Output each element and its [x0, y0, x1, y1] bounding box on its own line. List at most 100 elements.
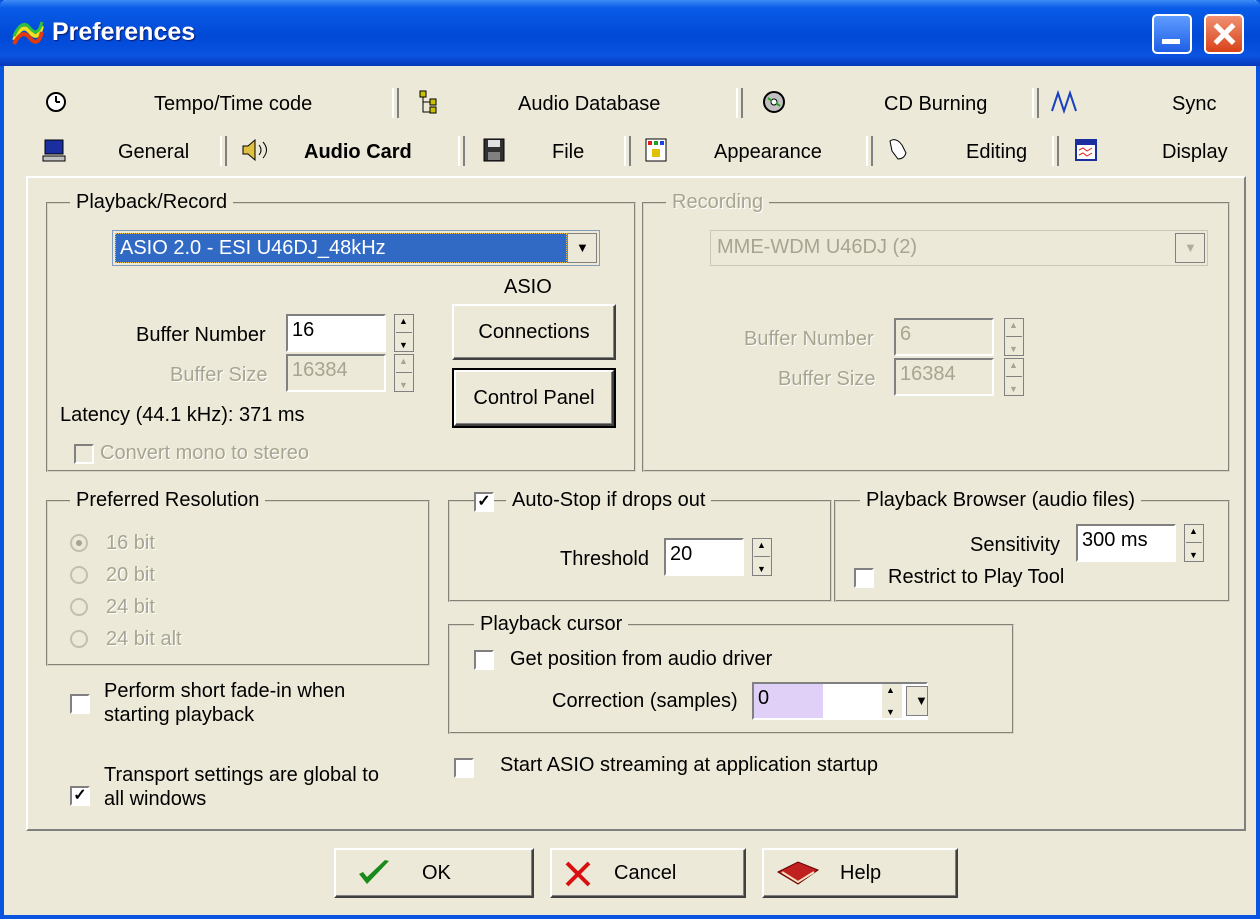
buffer-number-label: Buffer Number — [136, 324, 266, 346]
buffer-size-input[interactable]: 16384 — [286, 354, 386, 392]
tab-general[interactable]: General — [28, 132, 218, 172]
playback-record-title: Playback/Record — [70, 191, 234, 214]
asio-startup-checkbox[interactable] — [454, 758, 474, 778]
radio-24-bit-alt[interactable] — [70, 630, 88, 648]
auto-stop-checkbox[interactable]: ✓ — [474, 492, 494, 512]
radio-24-bit-label: 24 bit — [106, 596, 155, 618]
tab-audio-card[interactable]: Audio Card — [234, 132, 464, 172]
tab-editing[interactable]: Editing — [880, 132, 1060, 172]
tab-separator — [220, 136, 227, 166]
audio-card-panel: Playback/Record ASIO 2.0 - ESI U46DJ_48k… — [26, 176, 1246, 831]
app-logo-icon — [12, 21, 44, 45]
tab-audio-database[interactable]: Audio Database — [404, 84, 734, 124]
rec-buffer-size-label: Buffer Size — [778, 368, 876, 390]
preferred-resolution-title: Preferred Resolution — [70, 489, 266, 512]
preferred-resolution-group: Preferred Resolution 16 bit 20 bit 24 bi… — [46, 489, 430, 666]
get-position-checkbox[interactable] — [474, 650, 494, 670]
threshold-label: Threshold — [560, 548, 649, 570]
playback-cursor-group: Playback cursor Get position from audio … — [448, 613, 1014, 734]
playback-browser-title: Playback Browser (audio files) — [860, 489, 1141, 512]
convert-mono-checkbox[interactable] — [74, 444, 94, 464]
playback-browser-group: Playback Browser (audio files) Sensitivi… — [834, 489, 1230, 602]
recording-group: Recording MME-WDM U46DJ (2) Buffer Numbe… — [642, 191, 1230, 472]
help-button[interactable]: Help — [762, 848, 958, 898]
radio-24-bit-alt-label: 24 bit alt — [106, 628, 182, 650]
sensitivity-spinner[interactable] — [1184, 524, 1204, 562]
computer-icon — [42, 139, 66, 162]
correction-spinner[interactable] — [882, 684, 902, 718]
cancel-button[interactable]: Cancel — [550, 848, 746, 898]
recording-device-select[interactable]: MME-WDM U46DJ (2) — [710, 230, 1208, 266]
palette-icon — [645, 138, 667, 162]
tab-separator — [392, 88, 399, 118]
tab-separator — [1052, 136, 1059, 166]
tab-file[interactable]: File — [472, 132, 622, 172]
tab-separator — [866, 136, 873, 166]
buffer-number-input[interactable]: 16 — [286, 314, 386, 352]
tab-appearance[interactable]: Appearance — [638, 132, 868, 172]
chevron-down-icon[interactable] — [567, 233, 597, 263]
fade-in-checkbox[interactable] — [70, 694, 90, 714]
buffer-size-label: Buffer Size — [170, 364, 268, 386]
restrict-play-tool-checkbox[interactable] — [854, 568, 874, 588]
radio-16-bit[interactable] — [70, 534, 88, 552]
close-button[interactable] — [1204, 14, 1244, 54]
control-panel-button[interactable]: Control Panel — [452, 368, 616, 428]
cancel-x-icon — [565, 861, 591, 887]
auto-stop-group: ✓ Auto-Stop if drops out Threshold 20 — [448, 489, 832, 602]
radio-16-bit-label: 16 bit — [106, 532, 155, 554]
transport-global-checkbox[interactable]: ✓ — [70, 786, 90, 806]
fade-in-label-1: Perform short fade-in when — [104, 680, 346, 702]
title-bar[interactable]: Preferences — [0, 0, 1260, 66]
rec-buffer-number-input[interactable]: 6 — [894, 318, 994, 356]
mouse-icon — [889, 139, 907, 160]
sensitivity-input[interactable]: 300 ms — [1076, 524, 1176, 562]
preferences-window: Preferences Tempo/Time code Audio Databa… — [0, 0, 1260, 919]
playback-cursor-title: Playback cursor — [474, 613, 629, 636]
latency-text: Latency (44.1 kHz): 371 ms — [60, 404, 305, 426]
chevron-down-icon[interactable] — [906, 686, 928, 716]
radio-20-bit[interactable] — [70, 566, 88, 584]
tab-tempo-time-code[interactable]: Tempo/Time code — [28, 84, 398, 124]
transport-global-label-1: Transport settings are global to — [104, 764, 379, 786]
tab-separator — [1032, 88, 1039, 118]
radio-20-bit-label: 20 bit — [106, 564, 155, 586]
display-icon — [1075, 139, 1097, 161]
buffer-size-spinner[interactable] — [394, 354, 414, 392]
clock-icon — [46, 92, 66, 112]
playback-record-group: Playback/Record ASIO 2.0 - ESI U46DJ_48k… — [46, 191, 636, 472]
correction-dropdown[interactable] — [906, 684, 932, 718]
tab-separator — [458, 136, 465, 166]
convert-mono-label: Convert mono to stereo — [100, 442, 309, 464]
tab-display[interactable]: Display — [1066, 132, 1246, 172]
ok-button[interactable]: OK — [334, 848, 534, 898]
connections-button[interactable]: Connections — [452, 304, 616, 360]
buffer-number-spinner[interactable] — [394, 314, 414, 352]
minimize-button[interactable] — [1152, 14, 1192, 54]
transport-global-label-2: all windows — [104, 788, 207, 810]
tab-cd-burning[interactable]: CD Burning — [748, 84, 1038, 124]
get-position-label: Get position from audio driver — [510, 648, 773, 670]
speaker-icon — [242, 138, 267, 162]
radio-24-bit[interactable] — [70, 598, 88, 616]
asio-startup-label: Start ASIO streaming at application star… — [500, 754, 878, 776]
threshold-input[interactable]: 20 — [664, 538, 744, 576]
tab-separator — [736, 88, 743, 118]
rec-buffer-size-spinner[interactable] — [1004, 358, 1024, 396]
threshold-spinner[interactable] — [752, 538, 772, 576]
tree-icon — [419, 90, 437, 114]
tab-separator — [624, 136, 631, 166]
tab-row-2: General Audio Card File Appearance Editi… — [28, 132, 1248, 172]
book-icon — [776, 861, 820, 885]
tab-sync[interactable]: Sync — [1044, 84, 1244, 124]
correction-label: Correction (samples) — [552, 690, 738, 712]
tab-row-1: Tempo/Time code Audio Database CD Burnin… — [28, 84, 1248, 124]
playback-device-select[interactable]: ASIO 2.0 - ESI U46DJ_48kHz — [112, 230, 600, 266]
chevron-down-icon[interactable] — [1175, 233, 1205, 263]
sensitivity-label: Sensitivity — [970, 534, 1061, 556]
restrict-play-tool-label: Restrict to Play Tool — [888, 566, 1065, 588]
rec-buffer-size-input[interactable]: 16384 — [894, 358, 994, 396]
rec-buffer-number-spinner[interactable] — [1004, 318, 1024, 356]
cd-icon — [763, 91, 785, 113]
fade-in-label-2: starting playback — [104, 704, 255, 726]
